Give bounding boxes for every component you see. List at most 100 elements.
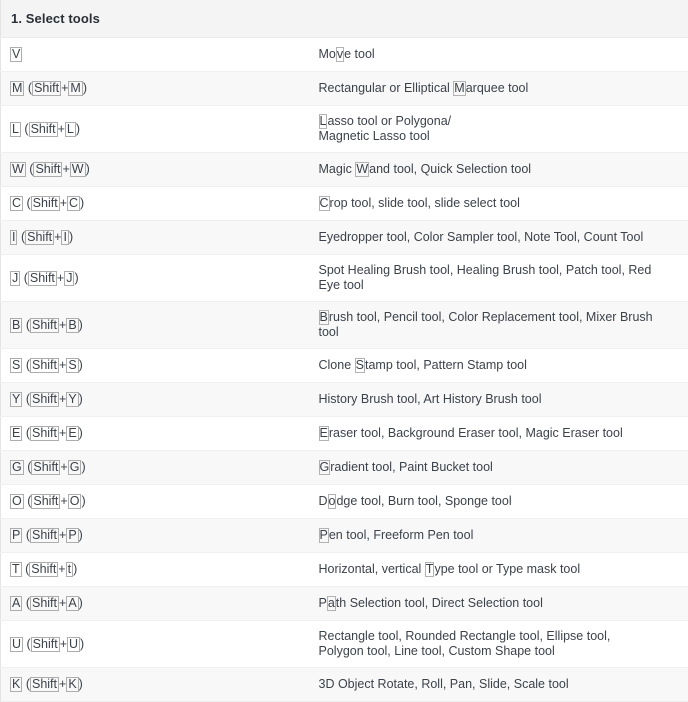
table-row: I (Shift+I)Eyedropper tool, Color Sample…: [1, 221, 688, 255]
shortcut-cell: J (Shift+J): [1, 255, 311, 302]
keycap: W: [10, 162, 26, 177]
keycap: J: [64, 271, 74, 286]
text-run: History Brush tool, Art History Brush to…: [319, 392, 542, 406]
keycap: A: [66, 596, 78, 611]
text-run: Polygon tool, Line tool, Custom Shape to…: [319, 644, 555, 658]
keycap: Y: [10, 392, 22, 407]
tool-description-cell: Spot Healing Brush tool, Healing Brush t…: [311, 255, 688, 302]
shortcut-cell: I (Shift+I): [1, 221, 311, 255]
text-run: rop tool, slide tool, slide select tool: [330, 196, 520, 210]
shortcut-cell: M (Shift+M): [1, 72, 311, 106]
keycap: L: [65, 122, 76, 137]
table-body: VMove toolM (Shift+M)Rectangular or Elli…: [1, 38, 688, 702]
keycap: S: [66, 358, 78, 373]
text-run: +: [59, 677, 66, 691]
text-run: ype tool or Type mask tool: [434, 562, 580, 576]
keycap: P: [10, 528, 22, 543]
tool-description-cell: Rectangle tool, Rounded Rectangle tool, …: [311, 621, 688, 668]
text-run: ): [79, 426, 83, 440]
mnemonic-letter: v: [336, 47, 344, 62]
text-run: 3D Object Rotate, Roll, Pan, Slide, Scal…: [319, 677, 569, 691]
text-run: (: [20, 271, 28, 285]
keycap: Shift: [29, 562, 58, 577]
keycap: O: [68, 494, 82, 509]
text-run: raser tool, Background Eraser tool, Magi…: [329, 426, 623, 440]
text-run: +: [62, 162, 69, 176]
text-run: (: [22, 596, 30, 610]
table-row: O (Shift+O)Dodge tool, Burn tool, Sponge…: [1, 485, 688, 519]
mnemonic-letter: M: [453, 81, 465, 96]
text-run: Horizontal, vertical: [319, 562, 425, 576]
keycap: W: [70, 162, 86, 177]
keycap: M: [10, 81, 24, 96]
mnemonic-letter: T: [425, 562, 435, 577]
text-run: ): [81, 460, 85, 474]
text-run: Spot Healing Brush tool, Healing Brush t…: [319, 263, 652, 277]
shortcut-cell: O (Shift+O): [1, 485, 311, 519]
tool-description-cell: Lasso tool or Polygona/Magnetic Lasso to…: [311, 106, 688, 153]
keycap: P: [66, 528, 78, 543]
text-run: ): [79, 318, 83, 332]
table-row: P (Shift+P)Pen tool, Freeform Pen tool: [1, 519, 688, 553]
tool-description-cell: Gradient tool, Paint Bucket tool: [311, 451, 688, 485]
shortcuts-table: 1. Select tools VMove toolM (Shift+M)Rec…: [0, 0, 688, 702]
shortcut-cell: C (Shift+C): [1, 187, 311, 221]
text-run: (: [21, 122, 29, 136]
text-run: +: [60, 460, 67, 474]
tool-description-cell: Move tool: [311, 38, 688, 72]
keycap: Shift: [33, 162, 62, 177]
text-run: (: [17, 230, 25, 244]
text-run: +: [59, 426, 66, 440]
table-row: B (Shift+B)Brush tool, Pencil tool, Colo…: [1, 302, 688, 349]
keycap: C: [10, 196, 23, 211]
text-run: +: [60, 637, 67, 651]
keycap: Shift: [31, 637, 60, 652]
tool-description-cell: Pen tool, Freeform Pen tool: [311, 519, 688, 553]
text-run: Rectangular or Elliptical: [319, 81, 454, 95]
text-run: ): [83, 81, 87, 95]
tool-description-cell: Brush tool, Pencil tool, Color Replaceme…: [311, 302, 688, 349]
keycap: I: [61, 230, 68, 245]
shortcut-cell: G (Shift+G): [1, 451, 311, 485]
table-row: K (Shift+K)3D Object Rotate, Roll, Pan, …: [1, 668, 688, 702]
tool-description-cell: History Brush tool, Art History Brush to…: [311, 383, 688, 417]
shortcut-cell: E (Shift+E): [1, 417, 311, 451]
keycap: K: [66, 677, 78, 692]
text-run: ): [79, 358, 83, 372]
table-row: M (Shift+M)Rectangular or Elliptical Mar…: [1, 72, 688, 106]
text-run: Magic: [319, 162, 356, 176]
keycap: L: [10, 122, 21, 137]
tool-description-cell: Crop tool, slide tool, slide select tool: [311, 187, 688, 221]
text-run: ): [79, 677, 83, 691]
text-run: (: [22, 392, 30, 406]
keycap: Shift: [28, 271, 57, 286]
text-run: +: [59, 358, 66, 372]
text-run: P: [319, 596, 327, 610]
text-run: +: [58, 122, 65, 136]
text-run: Clone: [319, 358, 355, 372]
keycap: E: [10, 426, 22, 441]
keycap: B: [66, 318, 78, 333]
text-run: rush tool, Pencil tool, Color Replacemen…: [329, 310, 653, 324]
text-run: ): [76, 122, 80, 136]
tool-description-cell: Path Selection tool, Direct Selection to…: [311, 587, 688, 621]
keycap: V: [10, 47, 22, 62]
text-run: D: [319, 494, 328, 508]
table-row: T (Shift+t)Horizontal, vertical Type too…: [1, 553, 688, 587]
keycap: Shift: [30, 392, 59, 407]
text-run: and tool, Quick Selection tool: [369, 162, 531, 176]
shortcut-cell: W (Shift+W): [1, 153, 311, 187]
tool-description-cell: Magic Wand tool, Quick Selection tool: [311, 153, 688, 187]
mnemonic-letter: a: [327, 596, 336, 611]
keycap: Shift: [30, 426, 59, 441]
shortcut-cell: B (Shift+B): [1, 302, 311, 349]
tool-description-cell: Dodge tool, Burn tool, Sponge tool: [311, 485, 688, 519]
table-row: W (Shift+W)Magic Wand tool, Quick Select…: [1, 153, 688, 187]
text-run: th Selection tool, Direct Selection tool: [336, 596, 543, 610]
tool-description-cell: Clone Stamp tool, Pattern Stamp tool: [311, 349, 688, 383]
text-run: ): [79, 392, 83, 406]
keycap: C: [67, 196, 80, 211]
tool-description-cell: Eraser tool, Background Eraser tool, Mag…: [311, 417, 688, 451]
mnemonic-letter: C: [319, 196, 330, 211]
keycap: Shift: [30, 528, 59, 543]
